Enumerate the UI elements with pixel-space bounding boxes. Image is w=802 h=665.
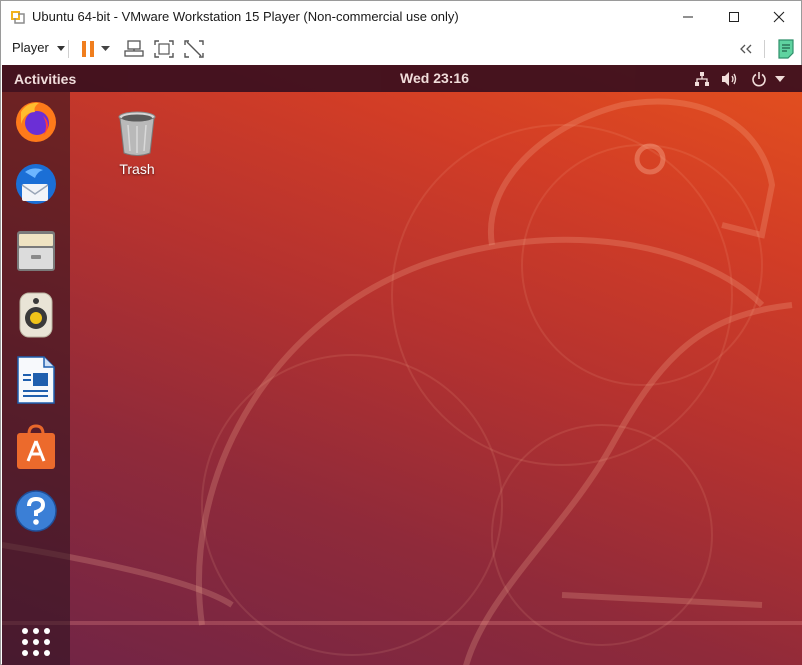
- libreoffice-writer-icon: [17, 356, 55, 404]
- volume-indicator[interactable]: [721, 70, 739, 88]
- send-ctrl-alt-del-icon: [124, 40, 144, 57]
- volume-icon: [722, 72, 737, 86]
- unity-icon: [184, 40, 204, 58]
- show-applications-icon: [22, 628, 50, 656]
- vmware-window: Ubuntu 64-bit - VMware Workstation 15 Pl…: [0, 0, 802, 665]
- dock-item-ubuntu-software[interactable]: [12, 423, 60, 471]
- notes-icon: [778, 39, 794, 59]
- firefox-icon: [16, 102, 56, 142]
- minimize-button[interactable]: [665, 1, 711, 32]
- minimize-icon: [683, 16, 693, 17]
- player-menu-button[interactable]: Player: [12, 40, 65, 55]
- pause-icon: [82, 41, 94, 57]
- dock-item-libreoffice-writer[interactable]: [12, 356, 60, 404]
- power-icon: [752, 72, 766, 87]
- desktop-icon-trash[interactable]: Trash: [107, 109, 167, 181]
- trash-icon: [118, 111, 156, 156]
- window-title: Ubuntu 64-bit - VMware Workstation 15 Pl…: [32, 9, 459, 24]
- ubuntu-dock: [2, 92, 70, 665]
- show-applications-button[interactable]: [12, 618, 60, 665]
- toolbar-divider: [764, 40, 765, 58]
- guest-screen[interactable]: Activities Wed 23:16 Trash: [2, 65, 802, 665]
- pause-dropdown-button[interactable]: [98, 38, 112, 60]
- ubuntu-software-icon: [17, 424, 55, 469]
- send-ctrl-alt-del-button[interactable]: [123, 38, 145, 60]
- network-indicator[interactable]: [693, 70, 711, 88]
- player-toolbar: Player: [1, 32, 801, 65]
- menu-caret-icon: [775, 76, 785, 82]
- desktop-icon-label: Trash: [119, 161, 155, 177]
- fullscreen-icon: [154, 40, 174, 58]
- dock-item-thunderbird[interactable]: [12, 161, 60, 209]
- activities-button[interactable]: Activities: [14, 71, 76, 87]
- notes-button[interactable]: [775, 38, 797, 60]
- system-menu-button[interactable]: [773, 70, 787, 88]
- close-icon: [773, 11, 785, 22]
- fullscreen-button[interactable]: [153, 38, 175, 60]
- maximize-button[interactable]: [711, 1, 757, 32]
- player-menu-label: Player: [12, 40, 49, 55]
- pause-button[interactable]: [77, 38, 99, 60]
- network-icon: [695, 72, 709, 86]
- vmware-app-icon: [11, 11, 25, 24]
- dock-item-files[interactable]: [12, 227, 60, 275]
- help-icon: [15, 490, 57, 532]
- close-button[interactable]: [756, 1, 802, 32]
- files-icon: [17, 231, 55, 271]
- clock[interactable]: Wed 23:16: [400, 70, 469, 86]
- chevron-down-icon: [56, 45, 65, 51]
- gnome-top-bar: Activities Wed 23:16: [2, 65, 802, 92]
- power-indicator[interactable]: [750, 70, 768, 88]
- title-bar[interactable]: Ubuntu 64-bit - VMware Workstation 15 Pl…: [1, 1, 801, 32]
- unity-button[interactable]: [183, 38, 205, 60]
- collapse-toolbar-icon: [740, 44, 752, 54]
- dock-item-rhythmbox[interactable]: [12, 291, 60, 339]
- dropdown-icon: [100, 46, 110, 51]
- rhythmbox-icon: [19, 292, 53, 338]
- thunderbird-icon: [16, 164, 56, 204]
- maximize-icon: [729, 11, 739, 22]
- dock-item-help[interactable]: [12, 487, 60, 535]
- toolbar-divider: [68, 40, 69, 58]
- dock-item-firefox[interactable]: [12, 97, 60, 145]
- collapse-toolbar-button[interactable]: [735, 38, 757, 60]
